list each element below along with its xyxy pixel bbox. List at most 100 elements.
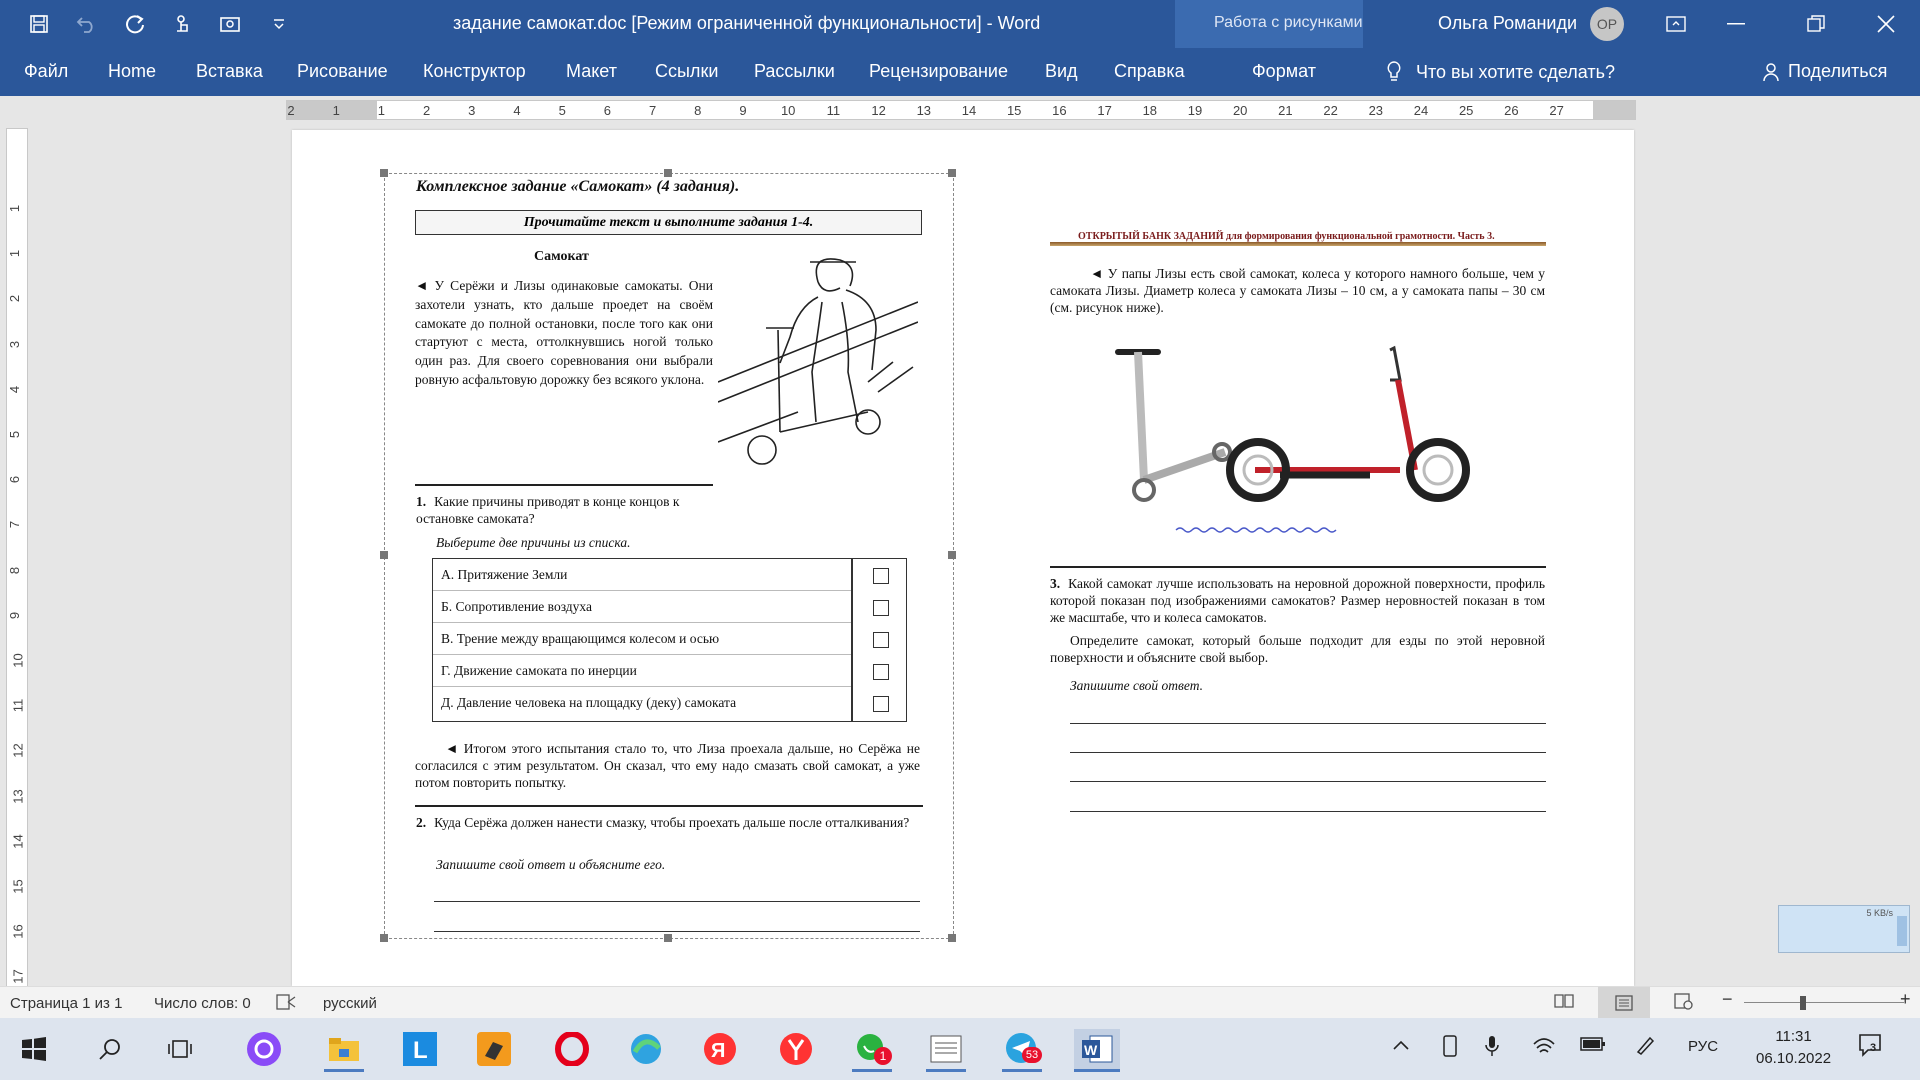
launcher-l-icon[interactable]: L	[400, 1029, 440, 1069]
checkbox-a[interactable]	[873, 568, 889, 584]
customize-qat-icon[interactable]	[260, 6, 298, 42]
tab-references[interactable]: Ссылки	[655, 61, 718, 82]
close-icon[interactable]	[1858, 0, 1914, 48]
tab-help[interactable]: Справка	[1114, 61, 1185, 82]
page-count[interactable]: Страница 1 из 1	[10, 995, 122, 1012]
resize-handle[interactable]	[664, 169, 672, 177]
question-3-task: Определите самокат, который больше подхо…	[1050, 633, 1545, 665]
game-icon[interactable]	[474, 1029, 514, 1069]
question-number: 3.	[1050, 576, 1061, 591]
zoom-thumb[interactable]	[1800, 996, 1806, 1010]
question-text: Куда Серёжа должен нанести смазку, чтобы…	[434, 815, 910, 830]
title-bar: задание самокат.doc [Режим ограниченной …	[0, 0, 1920, 96]
battery-icon[interactable]	[1580, 1036, 1606, 1056]
tab-view[interactable]: Вид	[1045, 61, 1078, 82]
resize-handle[interactable]	[948, 169, 956, 177]
horizontal-ruler-strip[interactable]: 2 1 1 2 3 4 5 6 7 8 9 10 11 12 13 14 15 16 17 18 19 20 21 22 23 2…	[286, 100, 1636, 120]
resize-handle[interactable]	[948, 934, 956, 942]
redo-icon[interactable]	[116, 6, 154, 42]
resize-handle[interactable]	[948, 551, 956, 559]
touch-mode-icon[interactable]	[164, 6, 202, 42]
opera-icon[interactable]	[552, 1029, 592, 1069]
clock-time: 11:31	[1775, 1028, 1812, 1045]
phone-link-icon[interactable]	[1440, 1034, 1460, 1062]
tab-format[interactable]: Формат	[1252, 61, 1316, 82]
zoom-slider[interactable]	[1744, 1002, 1904, 1003]
word-count[interactable]: Число слов: 0	[154, 995, 251, 1012]
question-text: Какие причины приводят в конце концов к …	[416, 494, 680, 526]
ruler-number: 14	[10, 834, 26, 849]
tab-layout[interactable]: Макет	[566, 61, 617, 82]
avatar[interactable]: OP	[1590, 7, 1624, 41]
network-monitor-widget[interactable]: 5 KB/s	[1778, 905, 1910, 953]
ribbon-tabs: Файл Home Вставка Рисование Конструктор …	[0, 48, 1920, 96]
resize-handle[interactable]	[380, 934, 388, 942]
save-icon[interactable]	[20, 6, 58, 42]
minimize-icon[interactable]	[1708, 0, 1764, 48]
telegram-badge: 53	[1022, 1047, 1042, 1063]
task-view-icon[interactable]	[160, 1029, 200, 1069]
photo-icon[interactable]	[212, 6, 250, 42]
yandex-icon[interactable]: Я	[700, 1029, 740, 1069]
ruler-number: 2	[287, 103, 295, 118]
read-mode-icon[interactable]	[1554, 993, 1574, 1013]
system-clock[interactable]: 11:31 06.10.2022	[1756, 1026, 1831, 1070]
alice-icon[interactable]	[244, 1029, 284, 1069]
divider	[415, 484, 713, 486]
checkbox-e[interactable]	[873, 696, 889, 712]
horizontal-ruler[interactable]: 2 1 1 2 3 4 5 6 7 8 9 10 11 12 13 14 15 16 17 18 19 20 21 22 23 2…	[0, 96, 1920, 124]
resize-handle[interactable]	[380, 551, 388, 559]
ruler-number: 12	[10, 743, 26, 759]
ruler-number: 20	[1232, 103, 1248, 118]
proofing-icon[interactable]	[276, 993, 296, 1015]
language[interactable]: русский	[323, 995, 377, 1012]
tab-review[interactable]: Рецензирование	[869, 61, 1008, 82]
tell-me-search[interactable]: Что вы хотите сделать?	[1386, 61, 1615, 83]
tab-design[interactable]: Конструктор	[423, 61, 526, 82]
resize-handle[interactable]	[664, 934, 672, 942]
yandex-browser-icon[interactable]	[776, 1029, 816, 1069]
tab-file[interactable]: Файл	[24, 61, 68, 82]
resize-handle[interactable]	[380, 169, 388, 177]
notification-center-icon[interactable]: 3	[1858, 1032, 1884, 1062]
share-button[interactable]: Поделиться	[1762, 61, 1887, 82]
undo-icon[interactable]	[68, 6, 106, 42]
ruler-number: 12	[871, 103, 886, 118]
input-language[interactable]: РУС	[1688, 1038, 1718, 1055]
file-explorer-icon[interactable]	[324, 1029, 364, 1072]
tab-draw[interactable]: Рисование	[297, 61, 388, 82]
pen-icon[interactable]	[1634, 1034, 1656, 1060]
windows-start-icon[interactable]	[14, 1029, 54, 1069]
person-icon	[1763, 62, 1779, 81]
scrollbar[interactable]	[1897, 916, 1907, 946]
print-layout-icon[interactable]	[1598, 987, 1650, 1019]
telegram-icon[interactable]: 53	[1002, 1029, 1042, 1072]
ribbon-display-options-icon[interactable]	[1648, 0, 1704, 48]
user-name[interactable]: Ольга Романиди	[1438, 13, 1577, 34]
chevron-up-icon[interactable]	[1392, 1038, 1410, 1055]
edge-icon[interactable]	[626, 1029, 666, 1069]
web-layout-icon[interactable]	[1674, 993, 1694, 1015]
microphone-icon[interactable]	[1484, 1034, 1500, 1062]
restore-icon[interactable]	[1788, 0, 1844, 48]
tab-insert[interactable]: Вставка	[196, 61, 263, 82]
ruler-right-margin	[1593, 101, 1635, 119]
ruler-number: 10	[10, 653, 26, 668]
ruler-number: 4	[7, 385, 23, 393]
checkbox-b[interactable]	[873, 600, 889, 616]
checkbox-c[interactable]	[873, 632, 889, 648]
whatsapp-icon[interactable]: 1	[852, 1029, 892, 1072]
word-taskbar-icon[interactable]: W	[1074, 1029, 1120, 1072]
tab-mailings[interactable]: Рассылки	[754, 61, 835, 82]
header-bar	[1050, 242, 1546, 246]
zoom-in-icon[interactable]: +	[1900, 989, 1911, 1010]
tab-home[interactable]: Home	[108, 61, 156, 82]
notepad-icon[interactable]	[926, 1029, 966, 1072]
wifi-icon[interactable]	[1532, 1034, 1556, 1060]
search-icon[interactable]	[90, 1029, 130, 1069]
checkbox-d[interactable]	[873, 664, 889, 680]
answer-line	[1070, 752, 1546, 753]
vertical-ruler[interactable]: 1123456789101112131415161718	[6, 128, 28, 1029]
zoom-out-icon[interactable]: −	[1722, 989, 1733, 1010]
question-3: 3. Какой самокат лучше использовать на не…	[1050, 575, 1545, 626]
